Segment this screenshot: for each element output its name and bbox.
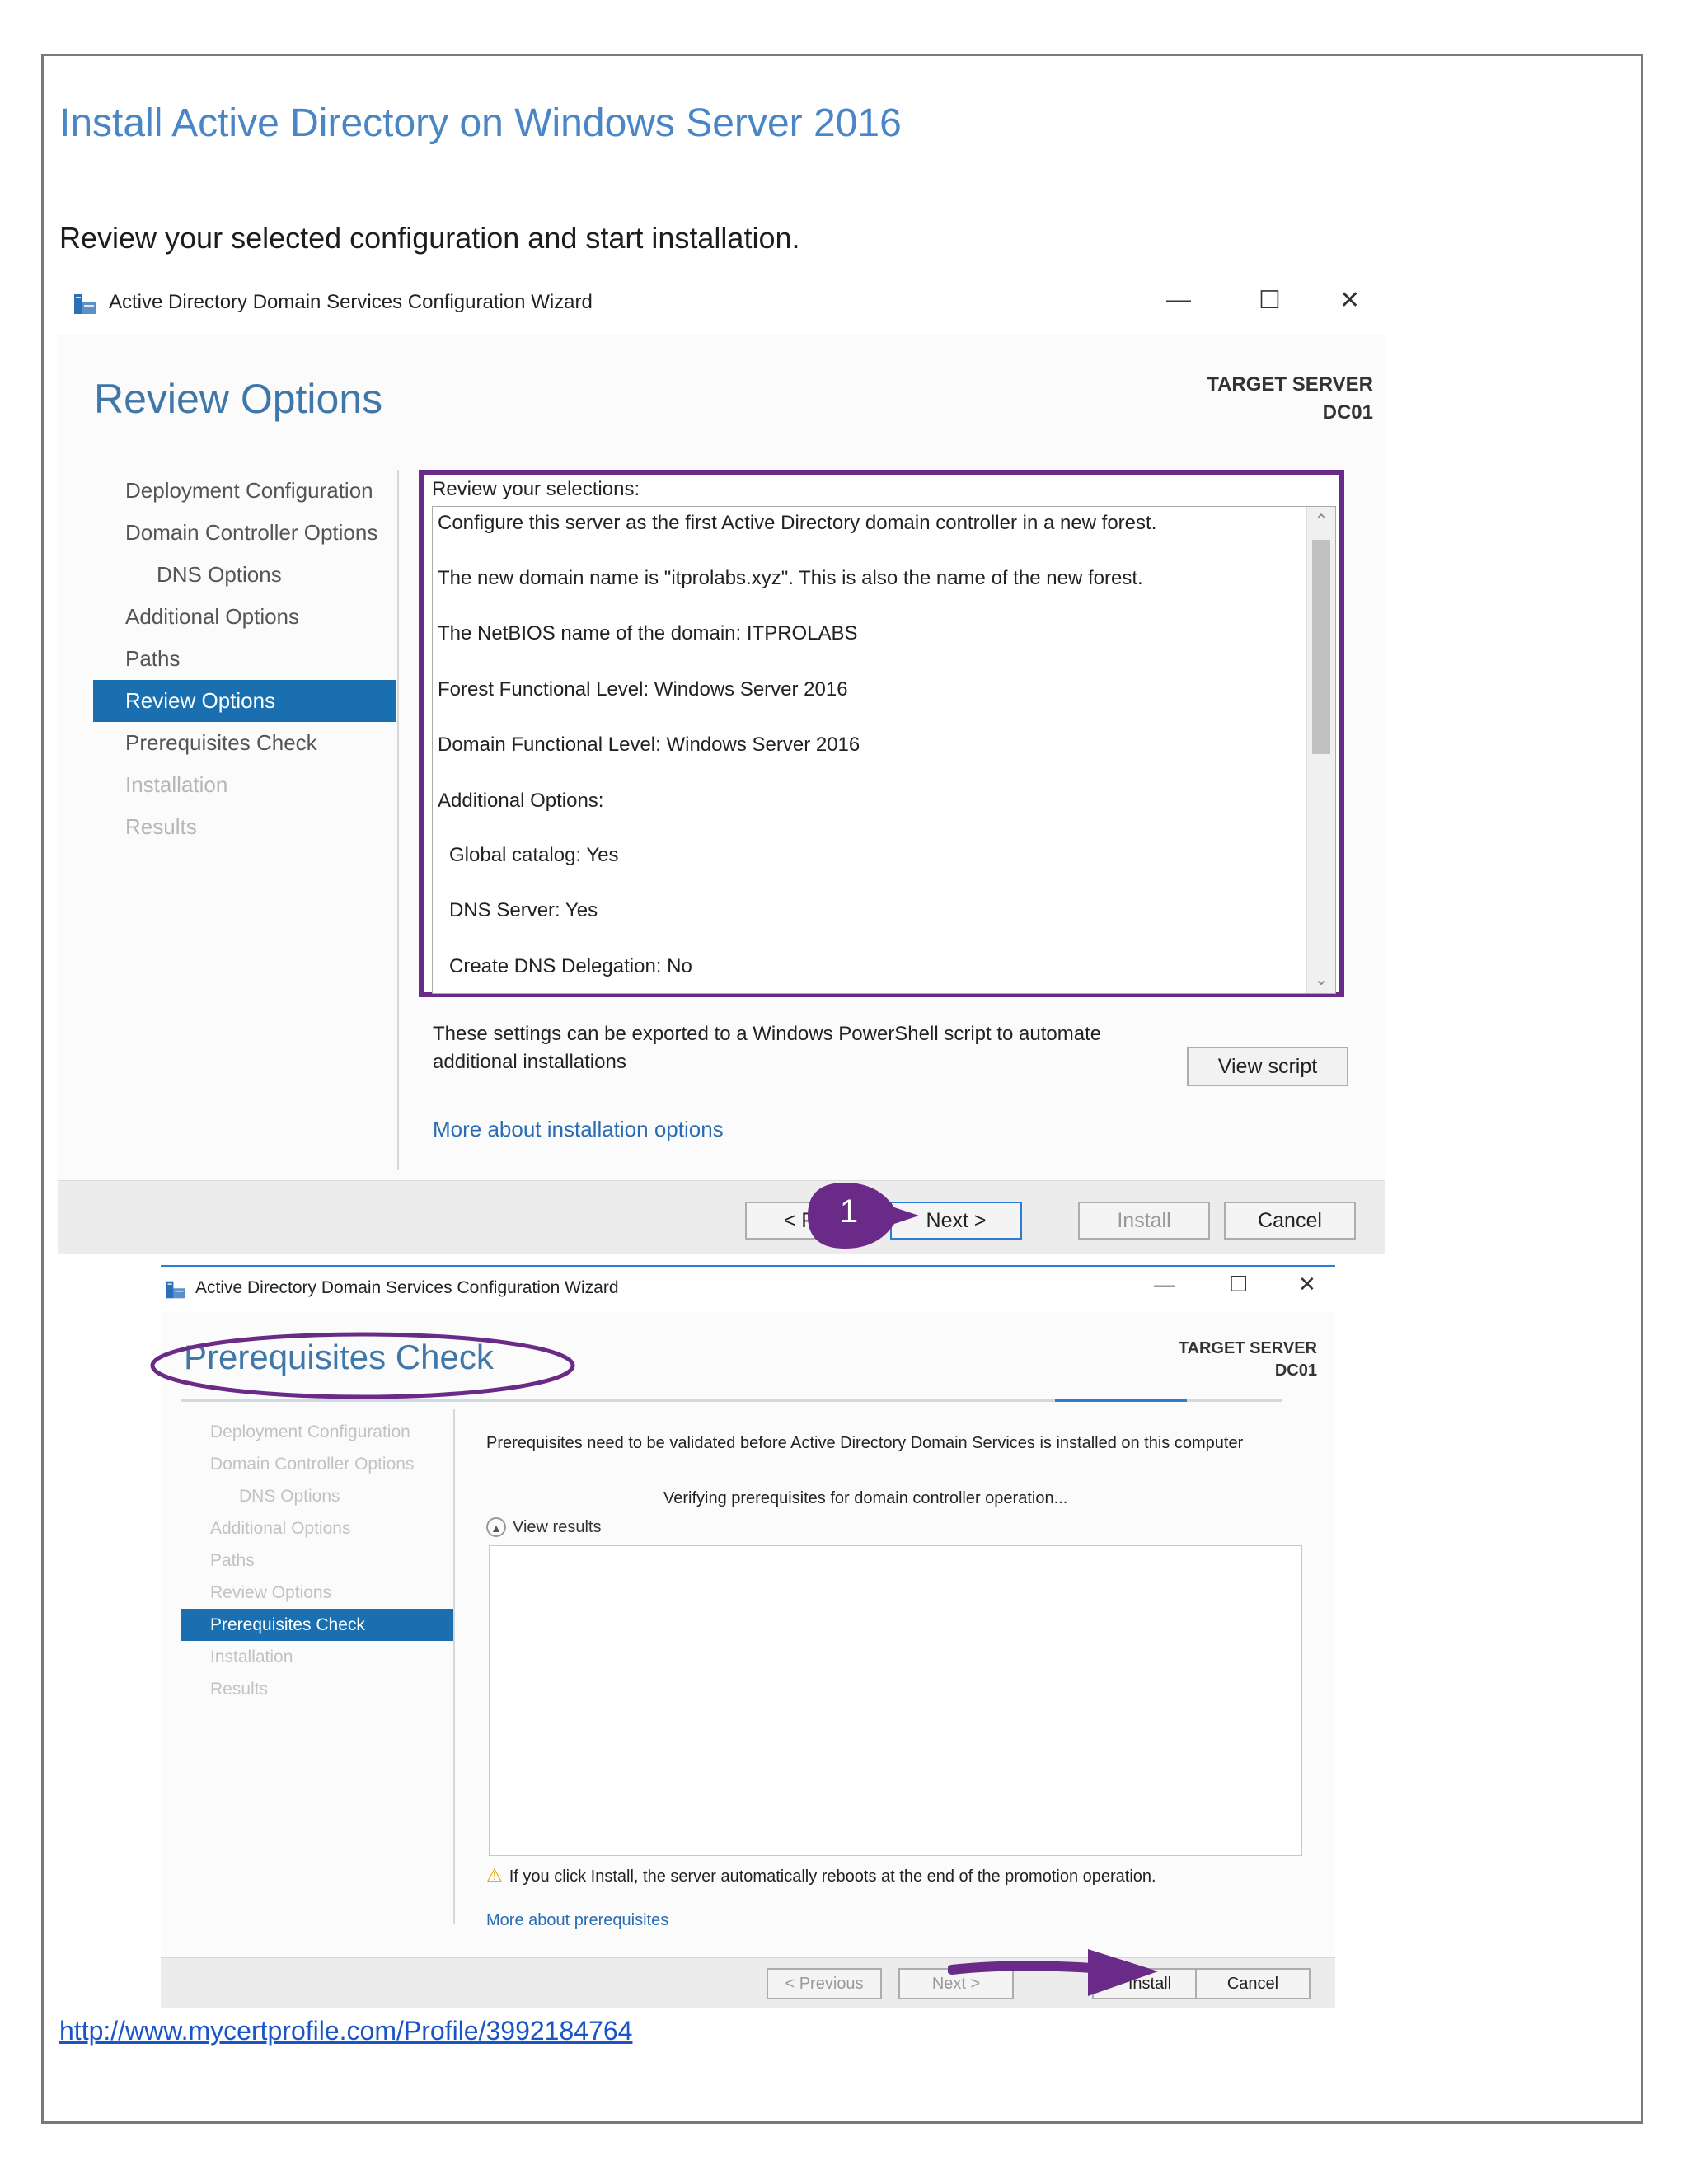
view-results-label: View results: [513, 1518, 602, 1536]
window-title: Active Directory Domain Services Configu…: [195, 1278, 619, 1297]
window-title: Active Directory Domain Services Configu…: [109, 291, 593, 313]
review-line: Forest Functional Level: Windows Server …: [438, 678, 848, 701]
maximize-icon[interactable]: ☐: [1229, 1272, 1248, 1297]
target-server-name: DC01: [1322, 401, 1373, 424]
scroll-down-icon[interactable]: ⌄: [1307, 969, 1335, 990]
close-icon[interactable]: ✕: [1298, 1272, 1316, 1297]
document-title: Install Active Directory on Windows Serv…: [59, 101, 902, 145]
progress-line-fill: [1055, 1399, 1187, 1402]
wizard-window-review: Active Directory Domain Services Configu…: [58, 276, 1385, 1254]
nav-item-prerequisites-check[interactable]: Prerequisites Check: [181, 1609, 453, 1641]
target-server-label: TARGET SERVER: [1207, 373, 1373, 396]
wizard-footer: < Pr Next > Install Cancel: [58, 1180, 1385, 1254]
nav-item-review-options: Review Options: [210, 1583, 332, 1602]
review-line: Create DNS Delegation: No: [449, 955, 692, 977]
warning-icon: ⚠: [486, 1865, 503, 1886]
prerequisites-description: Prerequisites need to be validated befor…: [486, 1434, 1244, 1452]
scroll-thumb[interactable]: [1312, 540, 1330, 754]
nav-divider: [397, 470, 399, 1170]
target-server: TARGET SERVER DC01: [1179, 1338, 1317, 1382]
close-icon[interactable]: ✕: [1339, 286, 1360, 315]
review-line: Configure this server as the first Activ…: [438, 512, 1157, 534]
nav-divider: [453, 1409, 455, 1924]
review-line: Domain Functional Level: Windows Server …: [438, 733, 860, 756]
nav-item-dns-options[interactable]: DNS Options: [58, 554, 396, 596]
nav-item-installation: Installation: [125, 772, 228, 797]
profile-link[interactable]: http://www.mycertprofile.com/Profile/399…: [59, 2016, 632, 2046]
verifying-status: Verifying prerequisites for domain contr…: [663, 1489, 1068, 1507]
nav-item-additional-options[interactable]: Additional Options: [58, 596, 396, 638]
document-subtitle: Review your selected configuration and s…: [59, 221, 800, 255]
more-about-prerequisites-link[interactable]: More about prerequisites: [486, 1911, 668, 1930]
nav-item-installation: Installation: [210, 1647, 293, 1666]
target-server-label: TARGET SERVER: [1178, 1339, 1317, 1357]
nav-item-dns-options: DNS Options: [239, 1487, 340, 1506]
review-line: Global catalog: Yes: [449, 844, 619, 866]
nav-item-results: Results: [125, 814, 197, 839]
results-panel: [489, 1545, 1302, 1856]
nav-item-domain-controller-options: Domain Controller Options: [210, 1455, 415, 1474]
maximize-icon[interactable]: ☐: [1259, 286, 1281, 315]
nav-item-paths[interactable]: Paths: [58, 638, 396, 680]
previous-button[interactable]: < Previous: [767, 1968, 882, 1999]
review-line: DNS Server: Yes: [449, 899, 598, 921]
review-line: Additional Options:: [438, 790, 604, 812]
nav-item-deployment-configuration[interactable]: Deployment Configuration: [58, 470, 396, 512]
cancel-button[interactable]: Cancel: [1224, 1202, 1356, 1240]
window-titlebar: Active Directory Domain Services Configu…: [58, 276, 1385, 334]
install-button[interactable]: Install: [1078, 1202, 1210, 1240]
window-titlebar: Active Directory Domain Services Configu…: [161, 1265, 1335, 1312]
review-line: The NetBIOS name of the domain: ITPROLAB…: [438, 622, 858, 644]
reboot-warning: ⚠ If you click Install, the server automa…: [486, 1865, 1156, 1886]
view-results-toggle[interactable]: ▲ View results: [486, 1517, 601, 1537]
more-about-installation-link[interactable]: More about installation options: [433, 1117, 724, 1142]
target-server-name: DC01: [1274, 1361, 1317, 1380]
nav-item-results: Results: [210, 1680, 269, 1699]
server-manager-icon: [74, 294, 96, 314]
minimize-icon[interactable]: —: [1154, 1272, 1175, 1297]
review-selections-list[interactable]: Configure this server as the first Activ…: [432, 506, 1336, 994]
page-heading: Review Options: [94, 376, 383, 422]
review-line: The new domain name is "itprolabs.xyz". …: [438, 567, 1143, 589]
nav-item-domain-controller-options[interactable]: Domain Controller Options: [58, 512, 396, 554]
arrow-right-icon: [948, 1949, 1158, 1996]
server-manager-icon: [166, 1281, 185, 1299]
review-scrollbar[interactable]: ⌃ ⌄: [1306, 507, 1335, 993]
nav-item-paths: Paths: [210, 1551, 255, 1570]
wizard-nav: Deployment Configuration Domain Controll…: [181, 1416, 453, 1705]
nav-item-review-options[interactable]: Review Options: [93, 680, 396, 722]
heading-highlight-ellipse: [150, 1332, 575, 1399]
scroll-up-icon[interactable]: ⌃: [1307, 510, 1335, 531]
minimize-icon[interactable]: —: [1166, 286, 1191, 314]
review-selections-label: Review your selections:: [432, 478, 640, 500]
step-number: 1: [839, 1193, 859, 1230]
wizard-nav: Deployment Configuration Domain Controll…: [58, 470, 396, 848]
view-script-button[interactable]: View script: [1187, 1047, 1348, 1086]
cancel-button[interactable]: Cancel: [1195, 1968, 1311, 1999]
target-server: TARGET SERVER DC01: [1207, 371, 1373, 427]
chevron-up-icon: ▲: [486, 1517, 506, 1537]
nav-item-prerequisites-check[interactable]: Prerequisites Check: [58, 722, 396, 764]
nav-item-additional-options: Additional Options: [210, 1519, 351, 1538]
warning-text: If you click Install, the server automat…: [509, 1868, 1156, 1886]
nav-item-deployment-configuration: Deployment Configuration: [210, 1422, 410, 1441]
review-selections-highlight: Review your selections: Configure this s…: [419, 470, 1344, 997]
export-description: These settings can be exported to a Wind…: [433, 1023, 1102, 1073]
